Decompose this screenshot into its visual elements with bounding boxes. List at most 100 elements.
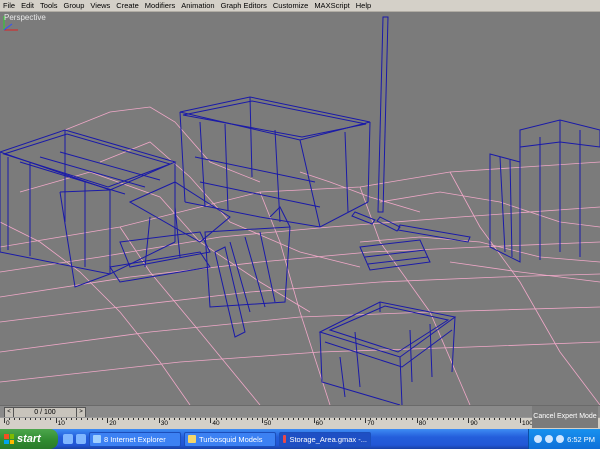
timeline-tick — [478, 418, 480, 420]
menu-item-maxscript[interactable]: MAXScript — [311, 0, 352, 11]
timeline-tick — [236, 418, 238, 420]
task-label: Turbosquid Models — [199, 434, 263, 444]
taskbar-item-storage-area[interactable]: Storage_Area.gmax -... — [279, 431, 371, 447]
timeline-tick — [210, 418, 212, 423]
menu-item-create[interactable]: Create — [113, 0, 142, 11]
timeline-tick — [452, 418, 454, 420]
timeline-tick — [251, 418, 253, 420]
timeline-tick-label: 10 — [57, 420, 65, 427]
taskbar-item-turbosquid[interactable]: Turbosquid Models — [184, 431, 276, 447]
timeline-tick — [323, 418, 325, 420]
timeline-tick — [153, 418, 155, 420]
terrain-wireframe — [0, 106, 600, 405]
timeline-tick — [520, 418, 521, 423]
network-icon[interactable] — [534, 435, 543, 443]
timeline-tick — [231, 418, 233, 420]
timeline-tick-label: 60 — [315, 420, 323, 427]
timeline-tick — [365, 418, 367, 423]
gmax-icon — [283, 435, 287, 443]
axis-tripod-icon — [3, 16, 18, 31]
timeline-tick — [432, 418, 434, 420]
task-label: Storage_Area.gmax -... — [289, 434, 367, 444]
timeline-tick — [29, 418, 31, 420]
clock[interactable]: 6:52 PM — [567, 435, 595, 444]
timeline-tick — [292, 418, 294, 420]
timeline-tick — [205, 418, 207, 420]
folder-icon — [188, 435, 196, 443]
timeline-tick — [329, 418, 331, 420]
desktop-icon[interactable] — [63, 434, 73, 444]
timeline-tick — [334, 418, 336, 420]
timeline-tick — [339, 418, 341, 420]
menu-item-views[interactable]: Views — [87, 0, 113, 11]
menu-item-customize[interactable]: Customize — [270, 0, 311, 11]
timeline-tick — [200, 418, 202, 420]
timeline-tick — [489, 418, 491, 420]
menu-item-graph-editors[interactable]: Graph Editors — [218, 0, 270, 11]
menu-item-help[interactable]: Help — [353, 0, 374, 11]
menu-item-file[interactable]: File — [0, 0, 18, 11]
timeline-tick — [406, 418, 408, 420]
timeline-tick — [287, 418, 289, 420]
timeline-tick — [463, 418, 465, 420]
timeline-tick — [81, 418, 83, 420]
system-tray: 6:52 PM — [528, 429, 600, 449]
timeline-tick — [313, 418, 315, 423]
windows-taskbar: start 8 Internet Explorer Turbosquid Mod… — [0, 429, 600, 449]
security-icon[interactable] — [556, 435, 565, 443]
volume-icon[interactable] — [545, 435, 554, 443]
timeline-tick — [4, 418, 5, 423]
timeline-tick — [91, 418, 93, 420]
timeline-tick — [194, 418, 196, 420]
timeline-tick — [174, 418, 176, 420]
timeline-tick — [458, 418, 460, 420]
timeline-tick — [40, 418, 42, 420]
timeline-tick — [447, 418, 449, 420]
timeline-tick — [499, 418, 501, 420]
menu-item-modifiers[interactable]: Modifiers — [142, 0, 178, 11]
timeline-tick-label: 0 — [6, 420, 10, 427]
cancel-expert-mode-button[interactable]: Cancel Expert Mode — [532, 406, 598, 428]
timeline-tick — [396, 418, 398, 420]
perspective-viewport[interactable]: Perspective — [0, 12, 600, 405]
timeline-tick — [86, 418, 88, 420]
start-button[interactable]: start — [0, 429, 58, 449]
timeline-tick — [262, 418, 263, 423]
menu-item-tools[interactable]: Tools — [37, 0, 61, 11]
timeline-tick-label: 20 — [109, 420, 117, 427]
timeline-tick — [220, 418, 222, 420]
timeline-tick — [76, 418, 78, 420]
timeline-tick — [427, 418, 429, 420]
timeline-tick-label: 70 — [367, 420, 375, 427]
timeline-tick-label: 50 — [264, 420, 272, 427]
timeline-tick — [143, 418, 145, 420]
timeline-tick — [96, 418, 98, 420]
timeline-tick — [437, 418, 439, 420]
internet-explorer-icon — [93, 435, 101, 443]
timeline-tick — [416, 418, 418, 423]
timeline-tick — [246, 418, 248, 420]
taskbar-item-internet-explorer[interactable]: 8 Internet Explorer — [89, 431, 181, 447]
timeline-tick — [50, 418, 52, 420]
timeline-tick — [391, 418, 392, 420]
timeline-tick — [138, 418, 140, 420]
menu-item-edit[interactable]: Edit — [18, 0, 37, 11]
task-label: 8 Internet Explorer — [104, 434, 166, 444]
menu-bar: File Edit Tools Group Views Create Modifiers An… — [0, 0, 600, 12]
timeline-tick — [380, 418, 382, 420]
timeline-tick — [514, 418, 516, 420]
wireframe-scene[interactable] — [0, 12, 600, 405]
browser-icon[interactable] — [76, 434, 86, 444]
timeline-tick — [282, 418, 284, 420]
timeline-tick — [158, 418, 160, 423]
timeline-tick — [34, 418, 36, 420]
timeline-tick — [24, 418, 26, 420]
menu-item-animation[interactable]: Animation — [178, 0, 217, 11]
timeline-tick-label: 30 — [160, 420, 169, 427]
timeline-tick — [272, 418, 274, 420]
timeline-tick-label: 80 — [418, 420, 427, 427]
menu-item-group[interactable]: Group — [61, 0, 88, 11]
timeline-tick — [225, 418, 227, 420]
timeline-tick-label: 90 — [470, 420, 478, 427]
timeline-tick — [241, 418, 243, 420]
